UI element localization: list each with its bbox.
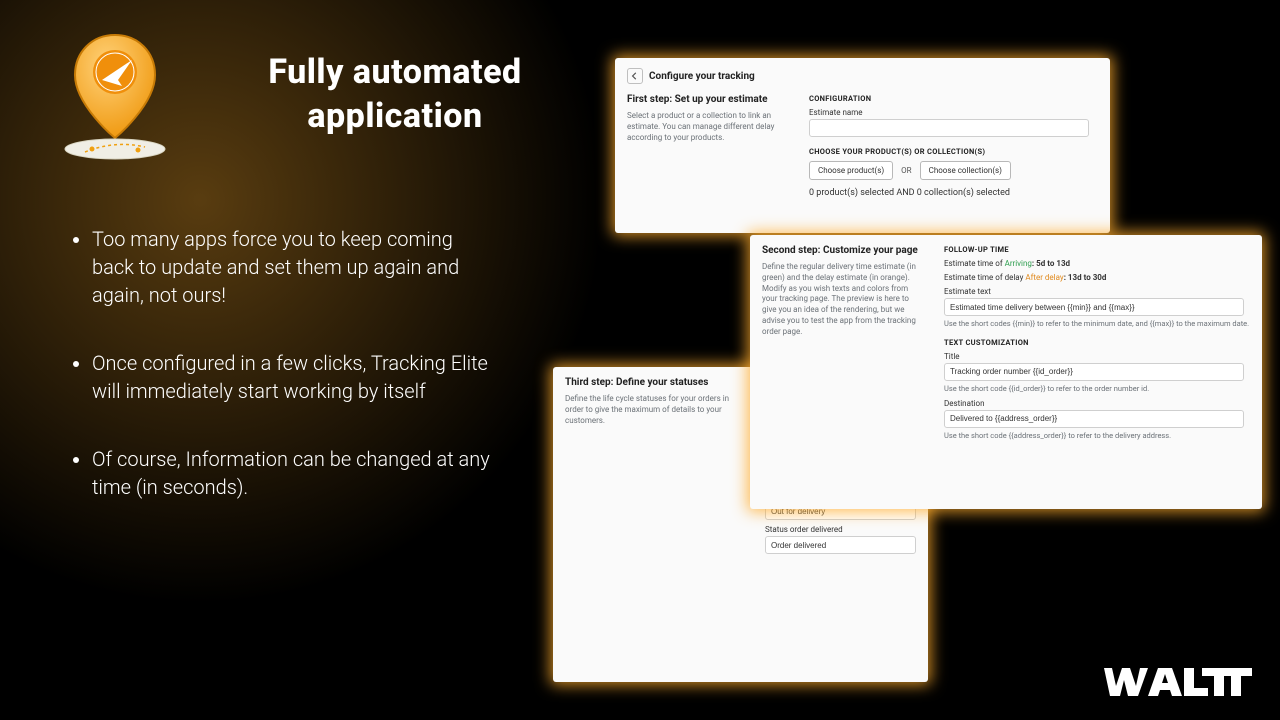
step2-desc: Define the regular delivery time estimat… bbox=[762, 262, 920, 338]
help-destination: Use the short code {{address_order}} to … bbox=[944, 431, 1250, 441]
arriving-line: Estimate time of Arriving: 5d to 13d bbox=[944, 259, 1250, 268]
status-delivered-input[interactable] bbox=[765, 536, 916, 554]
bullet-item: Of course, Information can be changed at… bbox=[92, 445, 498, 501]
bullet-item: Once configured in a few clicks, Trackin… bbox=[92, 349, 498, 405]
page-title: Configure your tracking bbox=[649, 71, 755, 82]
destination-input[interactable] bbox=[944, 410, 1244, 428]
app-logo bbox=[60, 30, 170, 160]
selection-summary: 0 product(s) selected AND 0 collection(s… bbox=[809, 188, 1098, 198]
back-button[interactable] bbox=[627, 68, 643, 84]
headline: Fully automated application bbox=[230, 50, 560, 138]
step3-desc: Define the life cycle statuses for your … bbox=[565, 394, 745, 426]
label-estimate-text: Estimate text bbox=[944, 287, 1250, 296]
label-estimate-name: Estimate name bbox=[809, 108, 1098, 117]
label-title: Title bbox=[944, 352, 1250, 361]
delay-line: Estimate time of delay After delay: 13d … bbox=[944, 273, 1250, 282]
step1-title: First step: Set up your estimate bbox=[627, 94, 785, 105]
section-follow-up-time: FOLLOW-UP TIME bbox=[944, 245, 1250, 254]
step1-desc: Select a product or a collection to link… bbox=[627, 111, 785, 143]
help-title: Use the short code {{id_order}} to refer… bbox=[944, 384, 1250, 394]
section-choose: CHOOSE YOUR PRODUCT(S) OR COLLECTION(S) bbox=[809, 147, 1098, 156]
feature-bullets: Too many apps force you to keep coming b… bbox=[68, 225, 498, 541]
section-configuration: CONFIGURATION bbox=[809, 94, 1098, 103]
choose-products-button[interactable]: Choose product(s) bbox=[809, 161, 893, 180]
or-separator: OR bbox=[901, 166, 911, 175]
choose-collections-button[interactable]: Choose collection(s) bbox=[920, 161, 1011, 180]
estimate-name-input[interactable] bbox=[809, 119, 1089, 137]
arrow-left-icon bbox=[631, 72, 639, 80]
label-status-delivered: Status order delivered bbox=[765, 525, 916, 534]
brand-logo bbox=[1102, 662, 1252, 702]
step3-title: Third step: Define your statuses bbox=[565, 377, 745, 388]
help-estimate-text: Use the short codes {{min}} to refer to … bbox=[944, 319, 1250, 329]
step2-card: Second step: Customize your page Define … bbox=[750, 235, 1262, 509]
step2-title: Second step: Customize your page bbox=[762, 245, 920, 256]
section-text-customization: TEXT CUSTOMIZATION bbox=[944, 338, 1250, 347]
step1-card: Configure your tracking First step: Set … bbox=[615, 58, 1110, 233]
label-destination: Destination bbox=[944, 399, 1250, 408]
estimate-text-input[interactable] bbox=[944, 298, 1244, 316]
title-input[interactable] bbox=[944, 363, 1244, 381]
bullet-item: Too many apps force you to keep coming b… bbox=[92, 225, 498, 309]
